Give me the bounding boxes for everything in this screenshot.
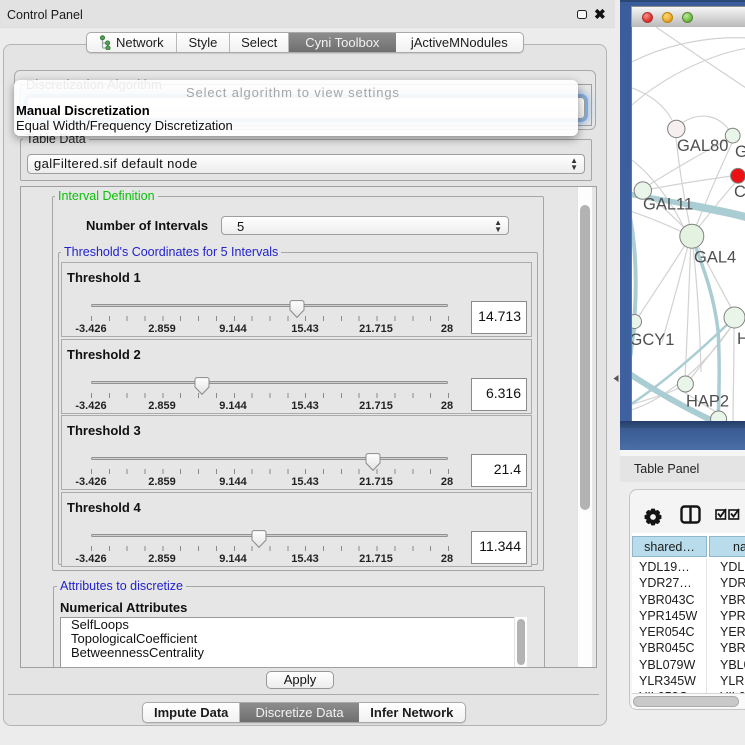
svg-text:GCY1: GCY1: [632, 331, 674, 349]
svg-text:GAL4: GAL4: [694, 249, 736, 267]
svg-text:GA: GA: [735, 143, 745, 161]
svg-text:GAL80: GAL80: [677, 137, 728, 155]
svg-text:C: C: [734, 183, 745, 201]
svg-text:H: H: [737, 330, 745, 348]
svg-text:HAP2: HAP2: [686, 393, 729, 411]
svg-text:GAL11: GAL11: [643, 196, 693, 214]
